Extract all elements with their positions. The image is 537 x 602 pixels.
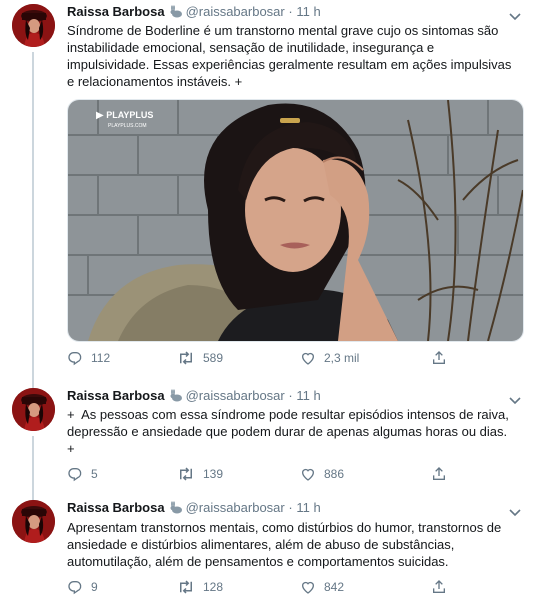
heart-icon [300,579,316,595]
like-count: 2,3 mil [324,351,360,365]
tweet-actions: 9 128 842 [67,577,467,597]
avatar[interactable] [12,4,55,47]
tweet-image[interactable]: ▶ PLAYPLUS PLAYPLUS.COM [67,99,524,342]
retweet-button[interactable]: 139 [177,464,223,484]
handle[interactable]: @raissabarbosar [186,500,285,515]
reply-button[interactable]: 9 [67,577,98,597]
reply-count: 112 [91,351,111,365]
tweet-actions: 5 139 886 [67,464,467,484]
display-name[interactable]: Raissa Barbosa [67,4,165,19]
like-button[interactable]: 886 [300,464,344,484]
reply-button[interactable]: 5 [67,464,98,484]
display-name[interactable]: Raissa Barbosa [67,500,165,515]
tweet-3[interactable]: Raissa Barbosa @raissabarbosar · 11 h Apr… [0,490,537,602]
like-button[interactable]: 842 [300,577,344,597]
like-button[interactable]: 2,3 mil [300,348,359,368]
reply-button[interactable]: 112 [67,348,110,368]
tweet-header: Raissa Barbosa @raissabarbosar · 11 h [67,500,321,518]
separator: · [288,4,293,19]
retweet-count: 589 [203,351,224,365]
tweet-text: Apresentam transtornos mentais, como dis… [67,520,502,569]
avatar[interactable] [12,388,55,431]
retweet-icon [177,350,195,366]
rabbit-icon [169,5,183,22]
retweet-button[interactable]: 589 [177,348,223,368]
like-count: 886 [324,467,345,481]
rabbit-icon [169,389,183,406]
watermark-brand: PLAYPLUS [106,110,154,120]
thread-line [32,436,34,490]
avatar[interactable] [12,500,55,543]
share-button[interactable] [431,577,447,597]
display-name[interactable]: Raissa Barbosa [67,388,165,403]
reply-icon [67,466,83,482]
reply-count: 9 [91,580,98,594]
tweet-text: + As pessoas com essa síndrome pode resu… [67,407,509,456]
handle[interactable]: @raissabarbosar [186,388,285,403]
thread-line [32,490,34,500]
reply-icon [67,579,83,595]
retweet-count: 128 [203,580,224,594]
reply-icon [67,350,83,366]
share-button[interactable] [431,348,447,368]
handle[interactable]: @raissabarbosar [186,4,285,19]
watermark: ▶ PLAYPLUS PLAYPLUS.COM [96,110,153,131]
rabbit-icon [169,501,183,518]
retweet-count: 139 [203,467,224,481]
watermark-url: PLAYPLUS.COM [108,123,147,129]
tweet-actions: 112 589 2,3 mil [67,348,467,368]
reply-count: 5 [91,467,98,481]
heart-icon [300,350,316,366]
share-icon [431,350,447,366]
thread-line [32,378,34,388]
chevron-down-icon[interactable] [509,392,521,405]
retweet-icon [177,579,195,595]
like-count: 842 [324,580,345,594]
chevron-down-icon[interactable] [509,504,521,517]
timestamp[interactable]: 11 h [296,4,320,19]
tweet-1[interactable]: Raissa Barbosa @raissabarbosar · 11 h Sín… [0,0,537,378]
thread-line [32,52,34,378]
timestamp[interactable]: 11 h [296,388,320,403]
tweet-text: Síndrome de Boderline é um transtorno me… [67,23,512,89]
timestamp[interactable]: 11 h [296,500,320,515]
retweet-button[interactable]: 128 [177,577,223,597]
tweet-header: Raissa Barbosa @raissabarbosar · 11 h [67,388,321,406]
retweet-icon [177,466,195,482]
separator: · [288,388,293,403]
chevron-down-icon[interactable] [509,8,521,21]
tweet-header: Raissa Barbosa @raissabarbosar · 11 h [67,4,321,22]
heart-icon [300,466,316,482]
play-icon: ▶ [96,110,104,121]
separator: · [288,500,293,515]
share-icon [431,579,447,595]
share-icon [431,466,447,482]
tweet-2[interactable]: Raissa Barbosa @raissabarbosar · 11 h + A… [0,378,537,490]
share-button[interactable] [431,464,447,484]
